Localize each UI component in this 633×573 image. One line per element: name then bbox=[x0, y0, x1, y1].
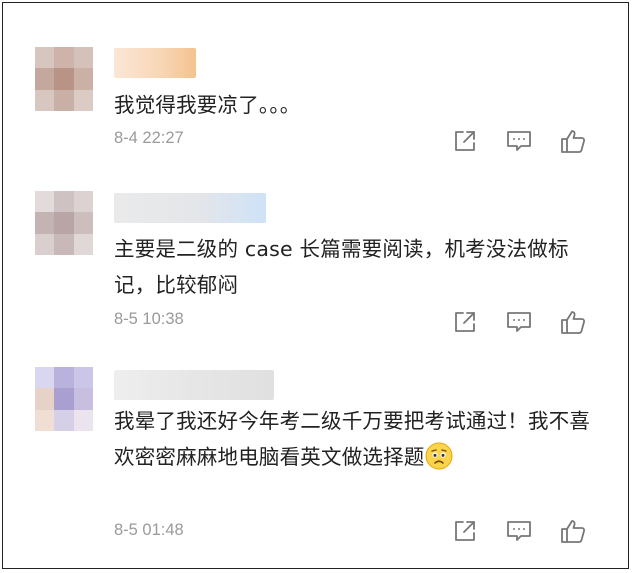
comment-list: 我觉得我要凉了。。。 8-4 22:27 主要是二级的 case 长篇需要阅读，… bbox=[2, 2, 629, 569]
comment-timestamp: 8-4 22:27 bbox=[114, 129, 184, 147]
comment-timestamp: 8-5 10:38 bbox=[114, 310, 184, 328]
worried-face-emoji bbox=[425, 442, 453, 470]
comment-actions bbox=[451, 127, 586, 154]
avatar[interactable] bbox=[35, 367, 93, 431]
username-blurred[interactable] bbox=[114, 193, 266, 223]
username-blurred[interactable] bbox=[114, 48, 196, 78]
reply-comment-icon[interactable] bbox=[505, 517, 532, 544]
avatar[interactable] bbox=[35, 47, 93, 111]
reply-comment-icon[interactable] bbox=[505, 308, 532, 335]
share-icon[interactable] bbox=[451, 517, 478, 544]
comment-text: 主要是二级的 case 长篇需要阅读，机考没法做标记，比较郁闷 bbox=[114, 237, 569, 297]
reply-comment-icon[interactable] bbox=[505, 127, 532, 154]
thumbs-up-icon[interactable] bbox=[559, 517, 586, 544]
comment-actions bbox=[451, 517, 586, 544]
username-blurred[interactable] bbox=[114, 370, 274, 400]
thumbs-up-icon[interactable] bbox=[559, 308, 586, 335]
comment-text: 我觉得我要凉了。。。 bbox=[114, 93, 301, 117]
comment-timestamp: 8-5 01:48 bbox=[114, 521, 184, 539]
comment-text: 我晕了我还好今年考二级千万要把考试通过！我不喜欢密密麻麻地电脑看英文做选择题 bbox=[114, 403, 599, 475]
share-icon[interactable] bbox=[451, 127, 478, 154]
share-icon[interactable] bbox=[451, 308, 478, 335]
comment-actions bbox=[451, 308, 586, 335]
avatar[interactable] bbox=[35, 191, 93, 255]
comment-text-content: 我晕了我还好今年考二级千万要把考试通过！我不喜欢密密麻麻地电脑看英文做选择题 bbox=[114, 409, 591, 469]
thumbs-up-icon[interactable] bbox=[559, 127, 586, 154]
